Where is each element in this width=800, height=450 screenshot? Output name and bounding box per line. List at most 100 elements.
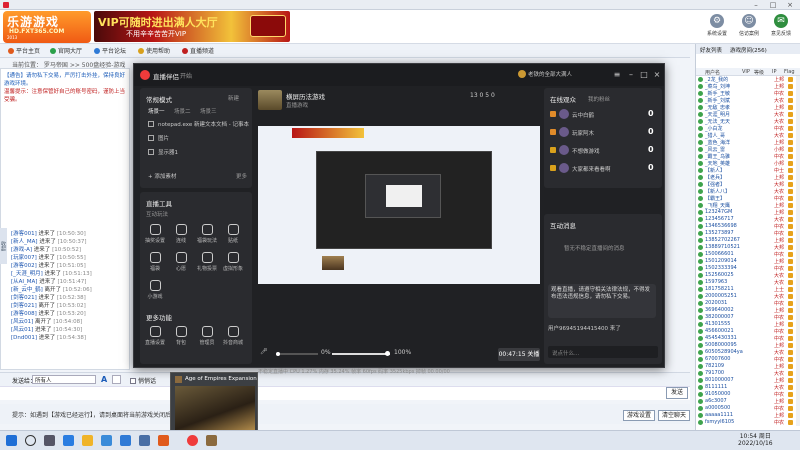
minimize-icon[interactable]: –	[748, 0, 764, 10]
close-icon[interactable]: ×	[782, 0, 798, 10]
user-row[interactable]: _霸王_乌骓 中农	[696, 153, 796, 160]
feedback-button[interactable]: ✉ 意见反馈	[767, 12, 795, 42]
user-row[interactable]: _猎人_哥 大农	[696, 132, 796, 139]
menu-icon[interactable]: ≡	[612, 70, 622, 79]
tab-room-users[interactable]: 游戏房间(256)	[730, 46, 767, 54]
user-row[interactable]: _无敌_忠孝 上邦	[696, 104, 796, 111]
user-row[interactable]: 67007600 中农	[696, 356, 796, 363]
room-title[interactable]: 横屏历法游戏	[286, 91, 325, 101]
user-row[interactable]: aaaaa1111 上邦	[696, 412, 796, 419]
store-icon[interactable]	[101, 435, 112, 446]
user-list-scrollbar[interactable]	[796, 76, 800, 426]
maximize-icon[interactable]: □	[639, 70, 649, 79]
user-row[interactable]: 782109 上邦	[696, 363, 796, 370]
user-row[interactable]: 1502333394 中农	[696, 265, 796, 272]
user-row[interactable]: _菜鸟_刘坤 上邦	[696, 83, 796, 90]
tool-gift-vote[interactable]: 礼物投票	[196, 252, 218, 272]
user-row[interactable]: a6c3007 上邦	[696, 398, 796, 405]
tab-friends[interactable]: 好友列表	[700, 46, 722, 54]
user-row[interactable]: _小白龙 中农	[696, 125, 796, 132]
user-row[interactable]: 1346536698 中农	[696, 223, 796, 230]
end-live-button[interactable]: 00:47:15 关播	[498, 348, 540, 361]
user-row[interactable]: _蓝色_海洋 上邦	[696, 139, 796, 146]
chat-log-name[interactable]: [Dnd001]	[11, 335, 37, 341]
user-row[interactable]: 2000005251 大农	[696, 293, 796, 300]
slider-handle[interactable]	[276, 352, 280, 356]
col-header[interactable]: IP	[772, 69, 777, 75]
search-icon[interactable]	[25, 435, 36, 446]
user-row[interactable]: 150066601 中农	[696, 251, 796, 258]
room-category[interactable]: 直播游戏	[286, 101, 308, 109]
system-clock[interactable]: 10:54 周日 2022/10/16	[738, 433, 773, 447]
mail-icon[interactable]	[120, 435, 131, 446]
user-row[interactable]: _新手_刘斌 大农	[696, 97, 796, 104]
tool-shop[interactable]: 抖音商城	[222, 326, 244, 346]
font-button[interactable]: A	[101, 375, 110, 384]
tool-admin[interactable]: 管理员	[196, 326, 218, 346]
user-row[interactable]: 181758211 上士	[696, 286, 796, 293]
source-notepad[interactable]: notepad.exe 新建文本文档 - 记事本	[148, 120, 249, 128]
clear-chat-button[interactable]: 清空聊天	[658, 410, 690, 421]
tool-backpack[interactable]: 背包	[170, 326, 192, 346]
maximize-icon[interactable]: □	[765, 0, 781, 10]
user-row[interactable]: 【强者】 大邦	[696, 181, 796, 188]
tool-link[interactable]: 连线	[170, 224, 192, 244]
folder-icon[interactable]	[82, 435, 93, 446]
game-hall-icon[interactable]	[158, 435, 169, 446]
col-header[interactable]: VIP	[742, 69, 750, 75]
task-view-icon[interactable]	[44, 435, 55, 446]
tool-lottery[interactable]: 抽奖设置	[144, 224, 166, 244]
scene-new-button[interactable]: 新建	[228, 94, 239, 102]
nav-home[interactable]: 平台主页	[8, 46, 40, 56]
room-cover[interactable]	[258, 90, 282, 110]
tool-live-settings[interactable]: 直播设置	[144, 326, 166, 346]
user-row[interactable]: 791700 大农	[696, 370, 796, 377]
user-row[interactable]: 123456717 大农	[696, 216, 796, 223]
stream-user[interactable]: 老铁的全部大满人	[518, 70, 572, 78]
collapse-toggle[interactable]: 收起	[0, 228, 7, 264]
close-icon[interactable]: ×	[652, 70, 662, 79]
system-settings-button[interactable]: ⚙ 系统设置	[703, 12, 731, 42]
user-row[interactable]: 41301555 上邦	[696, 321, 796, 328]
user-row[interactable]: 382000007 中农	[696, 314, 796, 321]
viewer-row[interactable]: 不想做游戏 0	[550, 144, 660, 158]
start-icon[interactable]	[6, 435, 17, 446]
nav-help[interactable]: 使用帮助	[138, 46, 170, 56]
tool-wish[interactable]: 心愿	[170, 252, 192, 272]
tab-scene-1[interactable]: 场景一	[148, 107, 165, 115]
viewer-row[interactable]: 大家都来看看啊 0	[550, 162, 660, 176]
microphone-icon[interactable]: 🎤︎	[260, 348, 268, 355]
user-row[interactable]: _新手_王敏 中农	[696, 90, 796, 97]
message-input[interactable]	[0, 386, 690, 400]
user-row[interactable]: _风云_雷 小邦	[696, 146, 796, 153]
user-row[interactable]: _飞翔_天鹰 上邦	[696, 202, 796, 209]
user-row[interactable]: 369640002 上邦	[696, 307, 796, 314]
tool-bag[interactable]: 福袋	[144, 252, 166, 272]
user-row[interactable]: 13852702267 上邦	[696, 237, 796, 244]
source-image[interactable]: 图片	[148, 134, 169, 142]
minimize-icon[interactable]: –	[626, 70, 636, 79]
user-row[interactable]: 13889710521 大邦	[696, 244, 796, 251]
tool-avatar[interactable]: 虚拟形象	[222, 252, 244, 272]
aoe-taskbar-icon[interactable]	[206, 435, 217, 446]
viewer-row[interactable]: 玩家阿木 0	[550, 126, 660, 140]
col-header[interactable]: Flag	[784, 69, 795, 75]
user-row[interactable]: _无法_无天 大农	[696, 118, 796, 125]
visit-button[interactable]: ☺ 信访案例	[735, 12, 763, 42]
private-checkbox[interactable]: 悄悄话	[130, 376, 156, 385]
user-row[interactable]: 5008000095 上邦	[696, 342, 796, 349]
user-row[interactable]: _2龙_我的 上邦	[696, 76, 796, 83]
user-row[interactable]: 【新人八】 大农	[696, 188, 796, 195]
more-button[interactable]: 更多	[236, 172, 247, 180]
volume-slider[interactable]	[276, 352, 318, 356]
user-row[interactable]: 【老兵】 上邦	[696, 174, 796, 181]
scene-title[interactable]: 常规模式	[146, 94, 172, 104]
user-row[interactable]: 8111111 大农	[696, 384, 796, 391]
user-row[interactable]: 【新人】 中士	[696, 167, 796, 174]
fans-tab[interactable]: 我的粉丝	[588, 95, 610, 103]
vip-ad-banner[interactable]: VIP可随时进出满人大厅 不用辛辛苦苦开VIP	[94, 11, 290, 42]
zoom-slider[interactable]	[332, 351, 390, 356]
edge-icon[interactable]	[63, 435, 74, 446]
user-row[interactable]: 456600021 中农	[696, 328, 796, 335]
user-row[interactable]: a0000500 中农	[696, 405, 796, 412]
